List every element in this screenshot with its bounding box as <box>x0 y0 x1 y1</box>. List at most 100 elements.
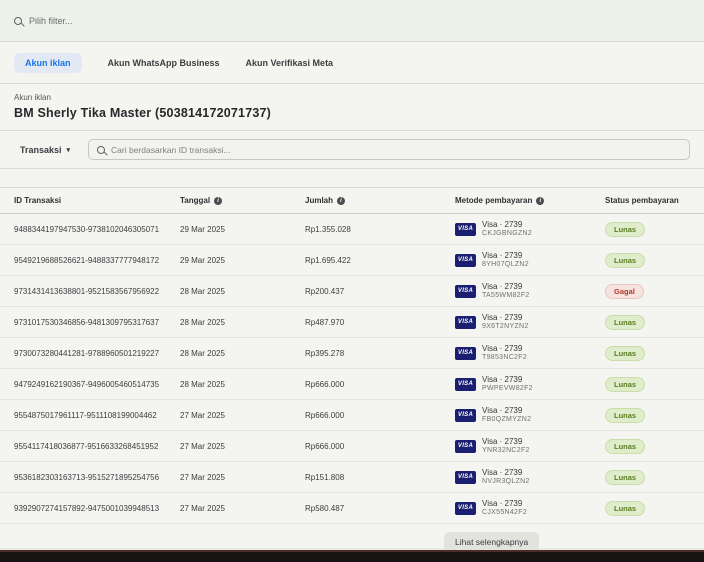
see-more-button[interactable]: Lihat selengkapnya <box>444 532 539 552</box>
card-label: Visa · 2739 <box>482 375 533 385</box>
transaction-date: 28 Mar 2025 <box>180 287 305 296</box>
transaction-date: 27 Mar 2025 <box>180 411 305 420</box>
transaction-date: 28 Mar 2025 <box>180 349 305 358</box>
payment-method: VISA Visa · 2739 T9853NC2F2 <box>455 344 605 363</box>
payment-method: VISA Visa · 2739 YNR32NC2F2 <box>455 437 605 456</box>
account-header: Akun iklan BM Sherly Tika Master (503814… <box>0 84 704 131</box>
dropdown-label: Transaksi <box>20 145 62 155</box>
chevron-down-icon: ▾ <box>67 146 71 154</box>
visa-icon: VISA <box>455 440 476 453</box>
table-row[interactable]: 9730073280441281-9788960501219227 28 Mar… <box>0 338 704 369</box>
table-body: 9488344197947530-9738102046305071 29 Mar… <box>0 214 704 524</box>
card-label: Visa · 2739 <box>482 313 529 323</box>
transaction-date: 28 Mar 2025 <box>180 318 305 327</box>
transaction-id: 9488344197947530-9738102046305071 <box>14 225 180 234</box>
card-label: Visa · 2739 <box>482 406 531 416</box>
table-header-row: ID Transaksi Tanggal i Jumlah i Metode p… <box>0 188 704 214</box>
transaction-date: 27 Mar 2025 <box>180 504 305 513</box>
transaction-date: 28 Mar 2025 <box>180 380 305 389</box>
transaction-amount: Rp151.808 <box>305 473 455 482</box>
transaction-id: 9554875017961117-9511108199004462 <box>14 411 180 420</box>
transaction-id: 9731431413638801-9521583567956922 <box>14 287 180 296</box>
transaction-amount: Rp666.000 <box>305 442 455 451</box>
table-row[interactable]: 9479249162190367-9496005460514735 28 Mar… <box>0 369 704 400</box>
status-badge: Lunas <box>605 253 645 268</box>
table-row[interactable]: 9536182303163713-9515271895254756 27 Mar… <box>0 462 704 493</box>
status-badge: Lunas <box>605 408 645 423</box>
table-row[interactable]: 9488344197947530-9738102046305071 29 Mar… <box>0 214 704 245</box>
payment-reference: YNR32NC2F2 <box>482 447 530 456</box>
tab-akun-whatsapp-business[interactable]: Akun WhatsApp Business <box>108 53 220 73</box>
card-label: Visa · 2739 <box>482 344 527 354</box>
table-row[interactable]: 9731431413638801-9521583567956922 28 Mar… <box>0 276 704 307</box>
card-label: Visa · 2739 <box>482 251 529 261</box>
payment-method: VISA Visa · 2739 8YH07QLZN2 <box>455 251 605 270</box>
transaction-type-dropdown[interactable]: Transaksi ▾ <box>14 141 76 159</box>
visa-icon: VISA <box>455 316 476 329</box>
info-icon[interactable]: i <box>536 197 544 205</box>
transaction-search-input[interactable] <box>111 145 681 155</box>
status-badge: Lunas <box>605 315 645 330</box>
payment-reference: NVJR3QLZN2 <box>482 478 530 487</box>
search-icon <box>14 17 22 25</box>
info-icon[interactable]: i <box>337 197 345 205</box>
table-row[interactable]: 9392907274157892-9475001039948513 27 Mar… <box>0 493 704 524</box>
status-badge: Gagal <box>605 284 644 299</box>
column-label: Status pembayaran <box>605 196 679 205</box>
transaction-amount: Rp487.970 <box>305 318 455 327</box>
transaction-id: 9549219688526621-9488337777948172 <box>14 256 180 265</box>
transaction-id: 9730073280441281-9788960501219227 <box>14 349 180 358</box>
transaction-date: 29 Mar 2025 <box>180 256 305 265</box>
column-header-id: ID Transaksi <box>14 196 180 205</box>
status-badge: Lunas <box>605 222 645 237</box>
payment-reference: T9853NC2F2 <box>482 354 527 363</box>
transactions-toolbar: Transaksi ▾ <box>0 131 704 169</box>
transaction-id: 9479249162190367-9496005460514735 <box>14 380 180 389</box>
transaction-id: 9536182303163713-9515271895254756 <box>14 473 180 482</box>
payment-reference: CKJGBNGZN2 <box>482 230 532 239</box>
transaction-amount: Rp666.000 <box>305 411 455 420</box>
visa-icon: VISA <box>455 347 476 360</box>
visa-icon: VISA <box>455 285 476 298</box>
card-label: Visa · 2739 <box>482 437 530 447</box>
payment-method: VISA Visa · 2739 FB0QZMYZN2 <box>455 406 605 425</box>
tab-akun-verifikasi-meta[interactable]: Akun Verifikasi Meta <box>246 53 334 73</box>
column-header-tanggal: Tanggal i <box>180 196 305 205</box>
transaction-date: 27 Mar 2025 <box>180 442 305 451</box>
transaction-id: 9392907274157892-9475001039948513 <box>14 504 180 513</box>
status-badge: Lunas <box>605 439 645 454</box>
info-icon[interactable]: i <box>214 197 222 205</box>
filter-search-input[interactable] <box>29 16 690 26</box>
column-header-jumlah: Jumlah i <box>305 196 455 205</box>
payment-method: VISA Visa · 2739 PWPEVW82F2 <box>455 375 605 394</box>
card-label: Visa · 2739 <box>482 468 530 478</box>
transaction-search-box[interactable] <box>88 139 690 160</box>
transaction-amount: Rp666.000 <box>305 380 455 389</box>
transactions-table: ID Transaksi Tanggal i Jumlah i Metode p… <box>0 187 704 562</box>
table-row[interactable]: 9731017530346856-9481309795317637 28 Mar… <box>0 307 704 338</box>
table-row[interactable]: 9554117418036877-9516633268451952 27 Mar… <box>0 431 704 462</box>
table-row[interactable]: 9554875017961117-9511108199004462 27 Mar… <box>0 400 704 431</box>
column-header-metode: Metode pembayaran i <box>455 196 605 205</box>
payment-reference: FB0QZMYZN2 <box>482 416 531 425</box>
tab-akun-iklan[interactable]: Akun iklan <box>14 53 82 73</box>
payment-reference: PWPEVW82F2 <box>482 385 533 394</box>
visa-icon: VISA <box>455 223 476 236</box>
global-filter-search[interactable] <box>14 16 690 26</box>
payment-reference: 9X6T2NYZN2 <box>482 323 529 332</box>
column-label: Tanggal <box>180 196 210 205</box>
transaction-id: 9731017530346856-9481309795317637 <box>14 318 180 327</box>
transaction-amount: Rp1.355.028 <box>305 225 455 234</box>
transaction-date: 29 Mar 2025 <box>180 225 305 234</box>
transaction-amount: Rp1.695.422 <box>305 256 455 265</box>
column-header-status: Status pembayaran <box>605 196 690 205</box>
status-badge: Lunas <box>605 377 645 392</box>
column-label: Metode pembayaran <box>455 196 532 205</box>
status-badge: Lunas <box>605 470 645 485</box>
column-label: Jumlah <box>305 196 333 205</box>
card-label: Visa · 2739 <box>482 499 527 509</box>
payment-method: VISA Visa · 2739 TA55WM82F2 <box>455 282 605 301</box>
card-label: Visa · 2739 <box>482 220 532 230</box>
table-row[interactable]: 9549219688526621-9488337777948172 29 Mar… <box>0 245 704 276</box>
page-title: BM Sherly Tika Master (503814172071737) <box>14 106 690 120</box>
